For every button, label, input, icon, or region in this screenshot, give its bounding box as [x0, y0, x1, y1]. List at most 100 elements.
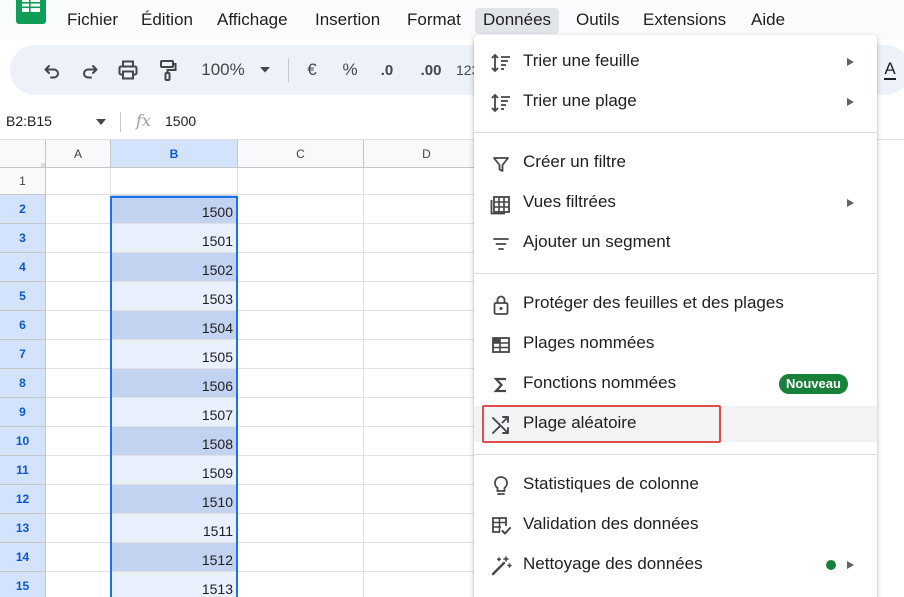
- cell-d15[interactable]: [364, 572, 490, 597]
- cell-b8[interactable]: 1506: [111, 369, 238, 398]
- cell-a13[interactable]: [46, 514, 111, 543]
- menu-item-data-cleanup[interactable]: Nettoyage des données: [474, 547, 877, 583]
- menu-item-named-functions[interactable]: Fonctions nommées Nouveau: [474, 366, 877, 402]
- cell-b1[interactable]: [111, 168, 238, 195]
- cell-a14[interactable]: [46, 543, 111, 572]
- name-box[interactable]: B2:B15: [6, 113, 52, 129]
- increase-decimals-button[interactable]: .00: [414, 45, 448, 95]
- row-header-13[interactable]: 13: [0, 514, 46, 543]
- cell-c2[interactable]: [238, 195, 364, 224]
- cell-b13[interactable]: 1511: [111, 514, 238, 543]
- currency-button[interactable]: €: [300, 45, 324, 95]
- cell-a15[interactable]: [46, 572, 111, 597]
- text-color-button[interactable]: A: [876, 45, 904, 95]
- cell-c12[interactable]: [238, 485, 364, 514]
- menu-item-data-validation[interactable]: Validation des données: [474, 507, 877, 543]
- menu-item-randomize-range[interactable]: Plage aléatoire: [474, 406, 877, 442]
- cell-b10[interactable]: 1508: [111, 427, 238, 456]
- cell-a11[interactable]: [46, 456, 111, 485]
- menu-item-filter-views[interactable]: Vues filtrées: [474, 185, 877, 221]
- row-header-1[interactable]: 1: [0, 168, 46, 195]
- cell-c14[interactable]: [238, 543, 364, 572]
- formula-input[interactable]: 1500: [165, 113, 196, 129]
- row-header-12[interactable]: 12: [0, 485, 46, 514]
- print-button[interactable]: [114, 45, 142, 95]
- cell-c9[interactable]: [238, 398, 364, 427]
- cell-a12[interactable]: [46, 485, 111, 514]
- cell-b15[interactable]: 1513: [111, 572, 238, 597]
- menu-format[interactable]: Format: [401, 8, 467, 34]
- row-header-10[interactable]: 10: [0, 427, 46, 456]
- cell-d3[interactable]: [364, 224, 490, 253]
- cell-a10[interactable]: [46, 427, 111, 456]
- cell-c6[interactable]: [238, 311, 364, 340]
- cell-b5[interactable]: 1503: [111, 282, 238, 311]
- cell-c11[interactable]: [238, 456, 364, 485]
- menu-extensions[interactable]: Extensions: [637, 8, 732, 34]
- cell-a8[interactable]: [46, 369, 111, 398]
- cell-d13[interactable]: [364, 514, 490, 543]
- menu-outils[interactable]: Outils: [570, 8, 625, 34]
- zoom-caret[interactable]: [258, 45, 272, 95]
- menu-aide[interactable]: Aide: [745, 8, 791, 34]
- column-header-d[interactable]: D: [364, 140, 490, 168]
- cell-c5[interactable]: [238, 282, 364, 311]
- cell-a9[interactable]: [46, 398, 111, 427]
- column-header-c[interactable]: C: [238, 140, 364, 168]
- row-header-9[interactable]: 9: [0, 398, 46, 427]
- row-header-5[interactable]: 5: [0, 282, 46, 311]
- cell-c7[interactable]: [238, 340, 364, 369]
- cell-c3[interactable]: [238, 224, 364, 253]
- menu-affichage[interactable]: Affichage: [211, 8, 294, 34]
- paint-format-button[interactable]: [154, 45, 182, 95]
- cell-b2[interactable]: 1500: [111, 195, 238, 224]
- menu-item-create-filter[interactable]: Créer un filtre: [474, 145, 877, 181]
- menu-item-sort-range[interactable]: Trier une plage: [474, 84, 877, 120]
- cell-d11[interactable]: [364, 456, 490, 485]
- row-header-8[interactable]: 8: [0, 369, 46, 398]
- menu-fichier[interactable]: Fichier: [61, 8, 124, 34]
- cell-b7[interactable]: 1505: [111, 340, 238, 369]
- cell-d5[interactable]: [364, 282, 490, 311]
- cell-a3[interactable]: [46, 224, 111, 253]
- cell-c4[interactable]: [238, 253, 364, 282]
- cell-b9[interactable]: 1507: [111, 398, 238, 427]
- zoom-select[interactable]: 100%: [196, 45, 250, 95]
- cell-d9[interactable]: [364, 398, 490, 427]
- cell-c10[interactable]: [238, 427, 364, 456]
- row-header-2[interactable]: 2: [0, 195, 46, 224]
- row-header-14[interactable]: 14: [0, 543, 46, 572]
- cell-b12[interactable]: 1510: [111, 485, 238, 514]
- row-header-6[interactable]: 6: [0, 311, 46, 340]
- row-header-4[interactable]: 4: [0, 253, 46, 282]
- sheets-logo-icon[interactable]: [14, 0, 48, 24]
- cell-d7[interactable]: [364, 340, 490, 369]
- cell-b3[interactable]: 1501: [111, 224, 238, 253]
- menu-item-sort-sheet[interactable]: Trier une feuille: [474, 44, 877, 80]
- cell-d6[interactable]: [364, 311, 490, 340]
- undo-button[interactable]: [38, 45, 66, 95]
- cell-c13[interactable]: [238, 514, 364, 543]
- cell-d8[interactable]: [364, 369, 490, 398]
- decrease-decimals-button[interactable]: .0: [372, 45, 402, 95]
- cell-b14[interactable]: 1512: [111, 543, 238, 572]
- select-all-corner[interactable]: [0, 140, 46, 168]
- percent-button[interactable]: %: [338, 45, 362, 95]
- cell-c15[interactable]: [238, 572, 364, 597]
- cell-b4[interactable]: 1502: [111, 253, 238, 282]
- cell-c1[interactable]: [238, 168, 364, 195]
- cell-d2[interactable]: [364, 195, 490, 224]
- cell-d12[interactable]: [364, 485, 490, 514]
- menu-item-protect-sheets[interactable]: Protéger des feuilles et des plages: [474, 286, 877, 322]
- column-header-b[interactable]: B: [111, 140, 238, 168]
- row-header-7[interactable]: 7: [0, 340, 46, 369]
- menu-edition[interactable]: Édition: [135, 8, 199, 34]
- row-header-3[interactable]: 3: [0, 224, 46, 253]
- cell-b11[interactable]: 1509: [111, 456, 238, 485]
- cell-d1[interactable]: [364, 168, 490, 195]
- menu-insertion[interactable]: Insertion: [309, 8, 386, 34]
- cell-a2[interactable]: [46, 195, 111, 224]
- cell-a6[interactable]: [46, 311, 111, 340]
- cell-d14[interactable]: [364, 543, 490, 572]
- menu-item-add-slicer[interactable]: Ajouter un segment: [474, 225, 877, 261]
